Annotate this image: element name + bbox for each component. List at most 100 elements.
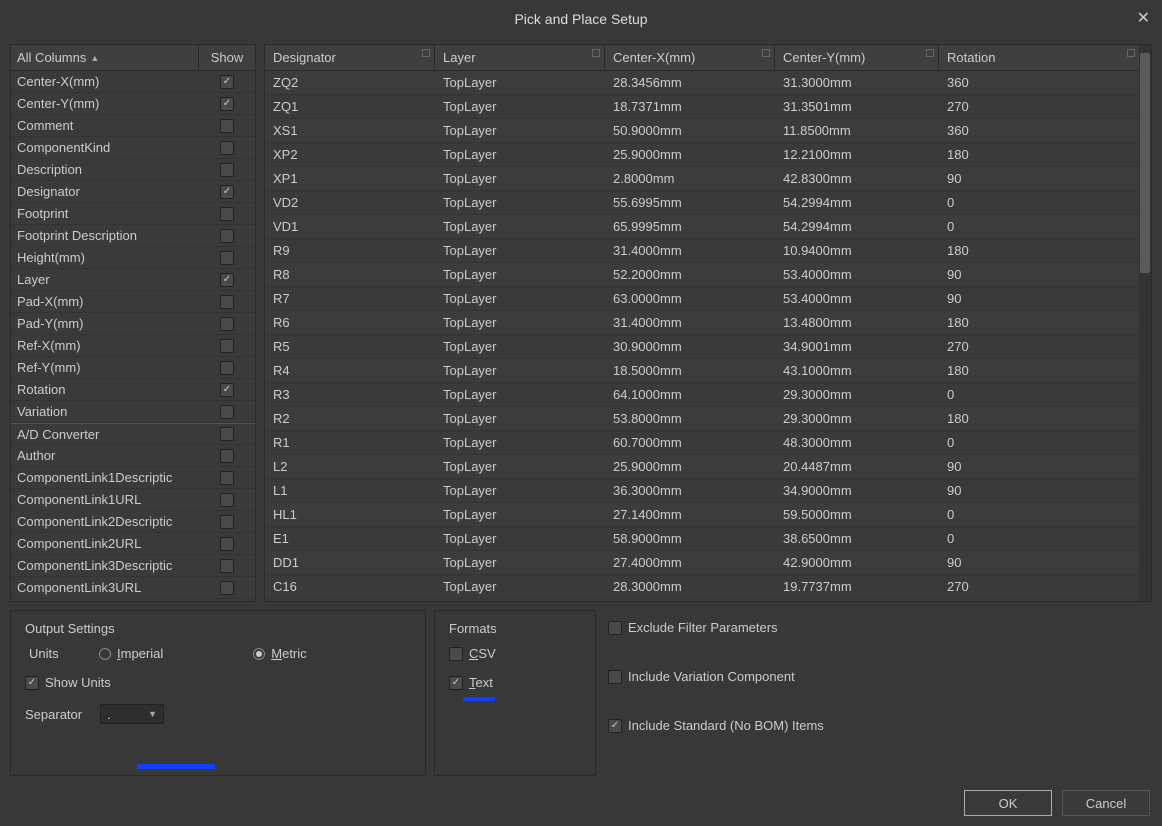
checkbox-icon[interactable] bbox=[220, 449, 234, 463]
include-variation-checkbox[interactable]: Include Variation Component bbox=[608, 669, 1148, 684]
table-row[interactable]: ZQ1TopLayer18.7371mm31.3501mm270 bbox=[265, 95, 1139, 119]
column-row[interactable]: Author bbox=[11, 445, 255, 467]
close-icon[interactable]: ✕ bbox=[1137, 8, 1150, 28]
column-row[interactable]: Pad-X(mm) bbox=[11, 291, 255, 313]
header-rotation[interactable]: Rotation bbox=[939, 45, 1139, 70]
column-row[interactable]: Ref-X(mm) bbox=[11, 335, 255, 357]
column-row[interactable]: Rotation bbox=[11, 379, 255, 401]
column-row[interactable]: Footprint Description bbox=[11, 225, 255, 247]
filter-icon[interactable] bbox=[926, 49, 934, 57]
cell-designator: L2 bbox=[265, 459, 435, 474]
checkbox-icon[interactable] bbox=[220, 537, 234, 551]
column-row[interactable]: ComponentKind bbox=[11, 137, 255, 159]
table-row[interactable]: R7TopLayer63.0000mm53.4000mm90 bbox=[265, 287, 1139, 311]
column-row[interactable]: Center-X(mm) bbox=[11, 71, 255, 93]
table-row[interactable]: R4TopLayer18.5000mm43.1000mm180 bbox=[265, 359, 1139, 383]
column-row[interactable]: ComponentLink1Descriptic bbox=[11, 467, 255, 489]
column-row[interactable]: Layer bbox=[11, 269, 255, 291]
column-row[interactable]: Description bbox=[11, 159, 255, 181]
metric-radio[interactable]: Metric bbox=[253, 646, 306, 661]
checkbox-icon[interactable] bbox=[220, 383, 234, 397]
column-row[interactable]: Designator bbox=[11, 181, 255, 203]
all-columns-header[interactable]: All Columns ▲ bbox=[11, 45, 199, 70]
ok-button[interactable]: OK bbox=[964, 790, 1052, 816]
highlight-marker bbox=[137, 764, 215, 769]
column-row[interactable]: ComponentLink2Descriptic bbox=[11, 511, 255, 533]
checkbox-icon[interactable] bbox=[220, 185, 234, 199]
show-header[interactable]: Show bbox=[199, 45, 255, 70]
checkbox-icon[interactable] bbox=[220, 273, 234, 287]
checkbox-icon[interactable] bbox=[220, 427, 234, 441]
include-standard-checkbox[interactable]: Include Standard (No BOM) Items bbox=[608, 718, 1148, 733]
filter-icon[interactable] bbox=[1127, 49, 1135, 57]
cell-layer: TopLayer bbox=[435, 459, 605, 474]
table-row[interactable]: R6TopLayer31.4000mm13.4800mm180 bbox=[265, 311, 1139, 335]
column-row[interactable]: Ref-Y(mm) bbox=[11, 357, 255, 379]
scrollbar-thumb[interactable] bbox=[1140, 53, 1150, 273]
checkbox-icon[interactable] bbox=[220, 75, 234, 89]
checkbox-icon[interactable] bbox=[220, 317, 234, 331]
checkbox-icon[interactable] bbox=[220, 163, 234, 177]
checkbox-icon[interactable] bbox=[220, 295, 234, 309]
checkbox-icon[interactable] bbox=[220, 229, 234, 243]
checkbox-icon[interactable] bbox=[220, 493, 234, 507]
column-row[interactable]: Footprint bbox=[11, 203, 255, 225]
column-row[interactable]: ComponentLink3Descriptic bbox=[11, 555, 255, 577]
table-row[interactable]: L2TopLayer25.9000mm20.4487mm90 bbox=[265, 455, 1139, 479]
table-row[interactable]: R5TopLayer30.9000mm34.9001mm270 bbox=[265, 335, 1139, 359]
table-row[interactable]: R1TopLayer60.7000mm48.3000mm0 bbox=[265, 431, 1139, 455]
column-row[interactable]: Variation bbox=[11, 401, 255, 423]
table-row[interactable]: C16TopLayer28.3000mm19.7737mm270 bbox=[265, 575, 1139, 599]
header-center-y[interactable]: Center-Y(mm) bbox=[775, 45, 939, 70]
column-row[interactable]: ComponentLink1URL bbox=[11, 489, 255, 511]
vertical-scrollbar[interactable] bbox=[1139, 45, 1151, 601]
table-row[interactable]: ZQ2TopLayer28.3456mm31.3000mm360 bbox=[265, 71, 1139, 95]
text-checkbox[interactable]: Text bbox=[449, 675, 581, 690]
checkbox-icon[interactable] bbox=[220, 361, 234, 375]
table-row[interactable]: XP1TopLayer2.8000mm42.8300mm90 bbox=[265, 167, 1139, 191]
table-row[interactable]: E1TopLayer58.9000mm38.6500mm0 bbox=[265, 527, 1139, 551]
column-name: A/D Converter bbox=[17, 427, 199, 442]
column-row[interactable]: Comment bbox=[11, 115, 255, 137]
column-row[interactable]: Height(mm) bbox=[11, 247, 255, 269]
checkbox-icon[interactable] bbox=[220, 97, 234, 111]
header-layer[interactable]: Layer bbox=[435, 45, 605, 70]
checkbox-icon[interactable] bbox=[220, 141, 234, 155]
table-row[interactable]: R3TopLayer64.1000mm29.3000mm0 bbox=[265, 383, 1139, 407]
checkbox-icon[interactable] bbox=[220, 251, 234, 265]
table-row[interactable]: L1TopLayer36.3000mm34.9000mm90 bbox=[265, 479, 1139, 503]
column-row[interactable]: ComponentLink2URL bbox=[11, 533, 255, 555]
table-row[interactable]: HL1TopLayer27.1400mm59.5000mm0 bbox=[265, 503, 1139, 527]
header-center-x[interactable]: Center-X(mm) bbox=[605, 45, 775, 70]
separator-dropdown[interactable]: . ▼ bbox=[100, 704, 164, 724]
column-row[interactable]: Pad-Y(mm) bbox=[11, 313, 255, 335]
checkbox-icon[interactable] bbox=[220, 515, 234, 529]
table-row[interactable]: DD1TopLayer27.4000mm42.9000mm90 bbox=[265, 551, 1139, 575]
checkbox-icon[interactable] bbox=[220, 207, 234, 221]
checkbox-icon[interactable] bbox=[220, 339, 234, 353]
filter-icon[interactable] bbox=[592, 49, 600, 57]
table-row[interactable]: XS1TopLayer50.9000mm11.8500mm360 bbox=[265, 119, 1139, 143]
checkbox-icon[interactable] bbox=[220, 119, 234, 133]
table-row[interactable]: R8TopLayer52.2000mm53.4000mm90 bbox=[265, 263, 1139, 287]
filter-icon[interactable] bbox=[422, 49, 430, 57]
filter-icon[interactable] bbox=[762, 49, 770, 57]
checkbox-icon[interactable] bbox=[220, 559, 234, 573]
cancel-button[interactable]: Cancel bbox=[1062, 790, 1150, 816]
csv-checkbox[interactable]: CSV bbox=[449, 646, 581, 661]
table-row[interactable]: XP2TopLayer25.9000mm12.2100mm180 bbox=[265, 143, 1139, 167]
table-row[interactable]: VD2TopLayer55.6995mm54.2994mm0 bbox=[265, 191, 1139, 215]
imperial-radio[interactable]: Imperial bbox=[99, 646, 163, 661]
table-row[interactable]: R2TopLayer53.8000mm29.3000mm180 bbox=[265, 407, 1139, 431]
column-row[interactable]: A/D Converter bbox=[11, 423, 255, 445]
table-row[interactable]: R9TopLayer31.4000mm10.9400mm180 bbox=[265, 239, 1139, 263]
checkbox-icon[interactable] bbox=[220, 471, 234, 485]
header-designator[interactable]: Designator bbox=[265, 45, 435, 70]
show-units-checkbox[interactable]: Show Units bbox=[25, 675, 411, 690]
checkbox-icon[interactable] bbox=[220, 581, 234, 595]
table-row[interactable]: VD1TopLayer65.9995mm54.2994mm0 bbox=[265, 215, 1139, 239]
column-row[interactable]: Center-Y(mm) bbox=[11, 93, 255, 115]
exclude-filter-checkbox[interactable]: Exclude Filter Parameters bbox=[608, 620, 1148, 635]
checkbox-icon[interactable] bbox=[220, 405, 234, 419]
column-row[interactable]: ComponentLink3URL bbox=[11, 577, 255, 599]
